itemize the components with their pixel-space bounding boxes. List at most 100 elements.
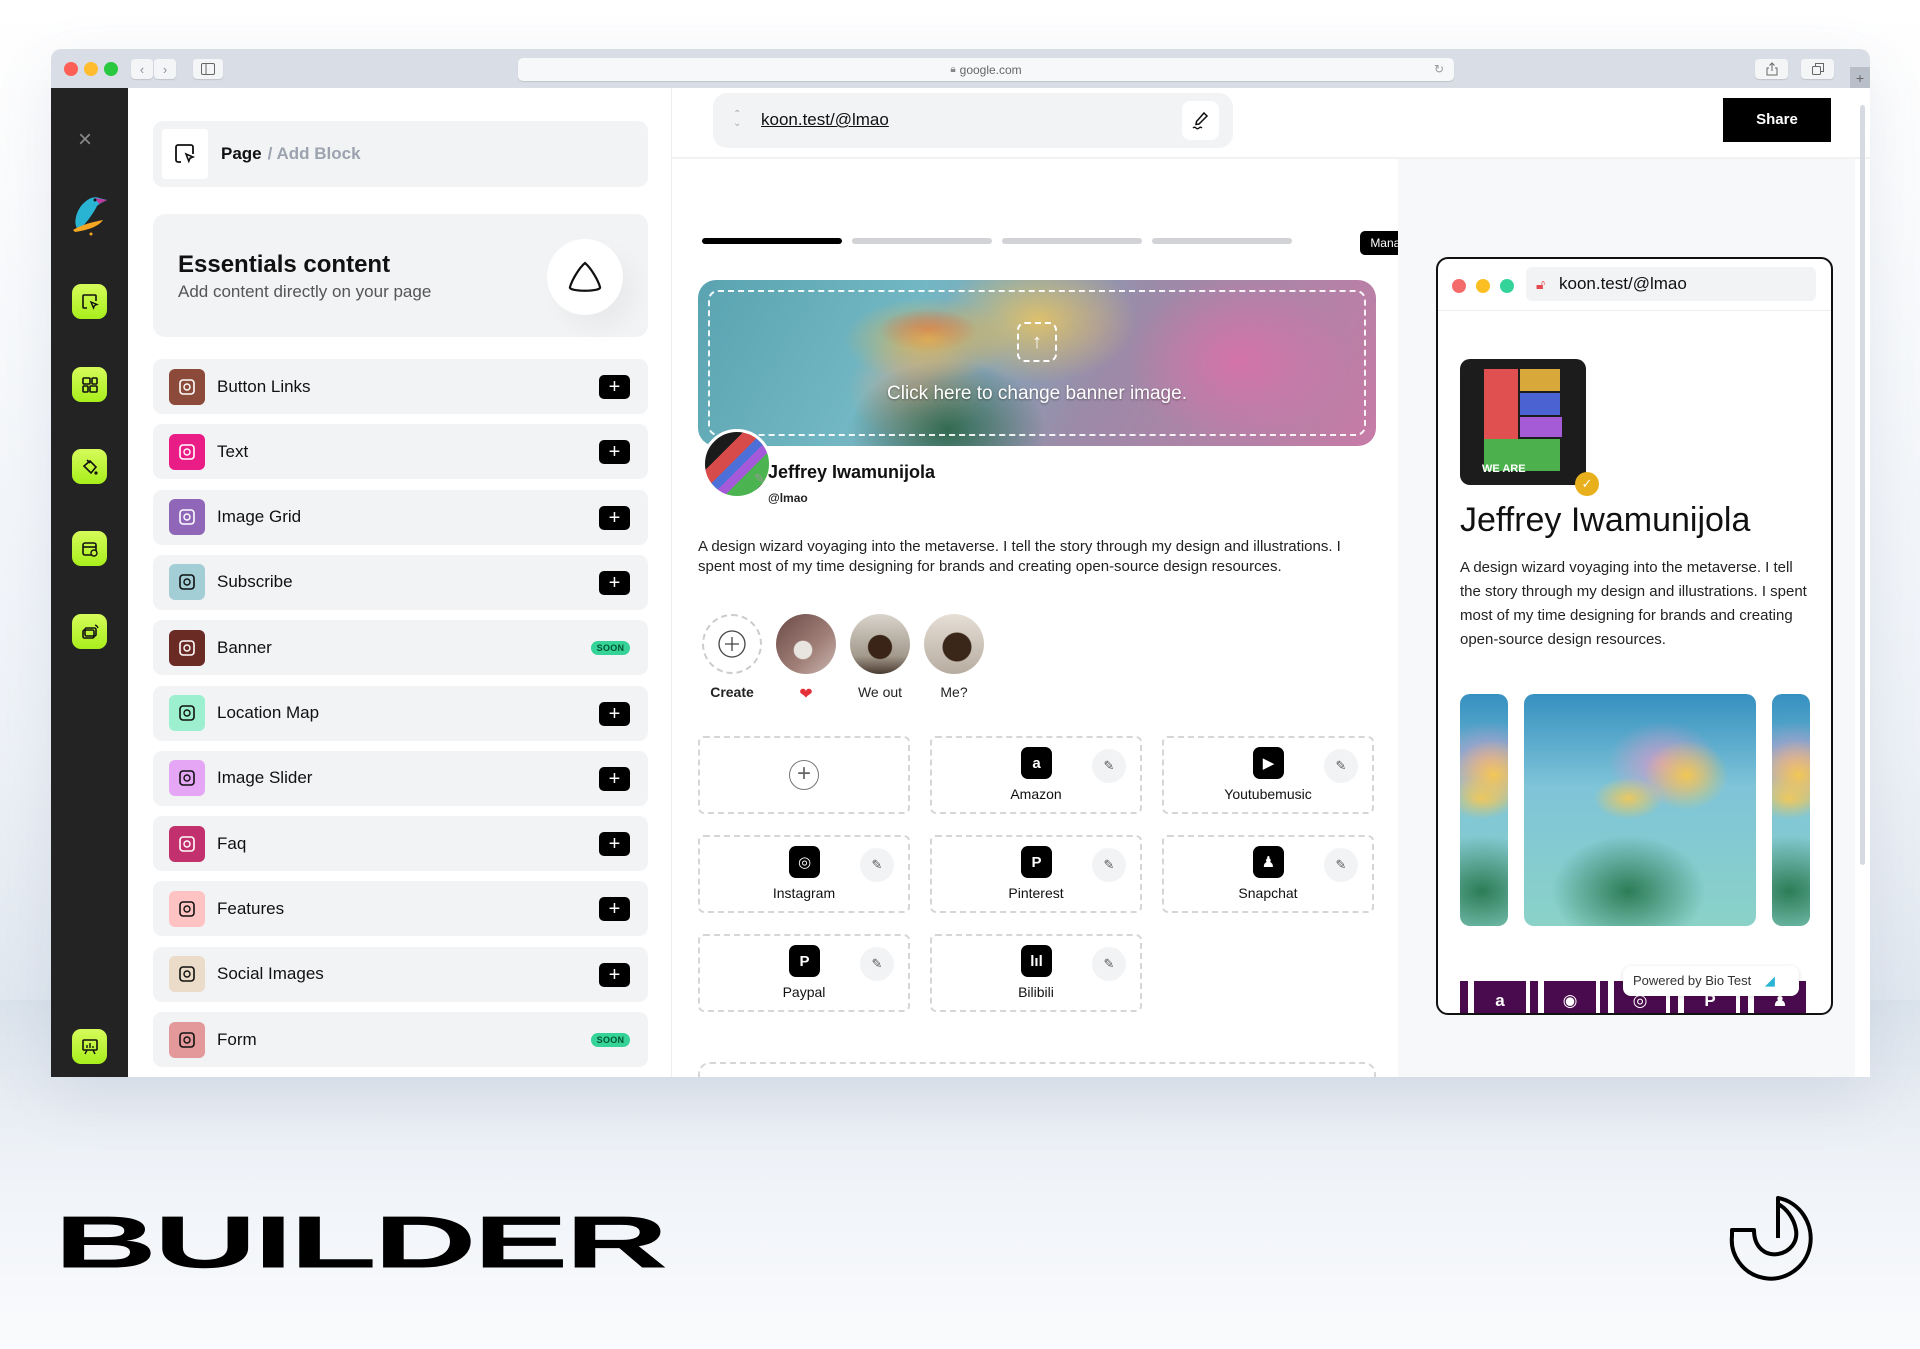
story-thumbnail — [776, 614, 836, 674]
add-block-button[interactable]: + — [599, 962, 630, 987]
create-story-button[interactable]: Create — [697, 614, 767, 700]
slider-image-current[interactable] — [1524, 694, 1756, 926]
unlock-icon: 🔓︎ — [1536, 276, 1546, 292]
page-url-link[interactable]: koon.test/@lmao — [761, 110, 889, 130]
preview-url: 🔓︎ koon.test/@lmao — [1526, 267, 1816, 301]
rail-cards-button[interactable] — [72, 614, 107, 649]
toucan-logo-icon — [73, 197, 107, 236]
add-block-button[interactable]: + — [599, 375, 630, 399]
story-label: ❤ — [799, 686, 813, 703]
text-edit-icon — [169, 433, 205, 470]
edit-pencil-icon[interactable]: ✎ — [1092, 749, 1126, 783]
edit-pencil-icon[interactable]: ✎ — [1092, 848, 1126, 882]
story-thumbnail — [924, 614, 984, 674]
add-social-link-button[interactable]: + — [698, 736, 910, 814]
add-block-button[interactable]: + — [599, 570, 630, 595]
banner-image-icon — [169, 629, 205, 666]
progress-step — [1152, 238, 1292, 244]
reload-icon[interactable]: ↻ — [1434, 62, 1444, 76]
add-block-button[interactable]: + — [599, 832, 630, 857]
slider-icon — [169, 760, 205, 797]
rail-monetize-button[interactable] — [72, 531, 107, 566]
block-item-image-slider[interactable]: Image Slider + — [153, 750, 648, 806]
edit-pencil-icon[interactable]: ✎ — [1092, 947, 1126, 981]
minimize-window-button[interactable] — [84, 62, 98, 76]
forward-button[interactable]: › — [154, 59, 176, 79]
banner-upload[interactable]: ↑ Click here to change banner image. — [698, 280, 1376, 446]
block-item-button-links[interactable]: Button Links + — [153, 359, 648, 414]
social-link-amazon[interactable]: a Amazon ✎ — [930, 736, 1142, 814]
block-item-social-images[interactable]: Social Images + — [153, 946, 648, 1002]
social-link-label: Pinterest — [1008, 885, 1064, 901]
story-item[interactable]: Me? — [919, 614, 989, 700]
preview-avatar: WE ARE — [1460, 359, 1586, 485]
add-block-button[interactable]: + — [599, 766, 630, 791]
social-link-bilibili[interactable]: lıl Bilibili ✎ — [930, 934, 1142, 1012]
add-block-button[interactable]: + — [599, 440, 630, 465]
social-link-pinterest[interactable]: P Pinterest ✎ — [930, 835, 1142, 913]
block-item-image-grid[interactable]: Image Grid + — [153, 489, 648, 545]
story-item[interactable]: ❤ — [771, 614, 841, 704]
edit-pencil-icon[interactable]: ✎ — [1324, 749, 1358, 783]
block-label: Features — [217, 898, 285, 918]
block-item-features[interactable]: Features + — [153, 881, 648, 937]
share-button[interactable]: Share — [1723, 98, 1831, 142]
edit-pencil-icon[interactable]: ✎ — [860, 848, 894, 882]
edit-pencil-icon[interactable]: ✎ — [860, 947, 894, 981]
slider-image-next[interactable] — [1772, 694, 1810, 926]
close-icon[interactable]: × — [78, 128, 92, 152]
address-bar[interactable]: 🔒︎ google.com ↻ — [518, 58, 1454, 81]
add-block-button[interactable]: + — [599, 701, 630, 726]
block-item-faq[interactable]: Faq + — [153, 816, 648, 872]
scrollbar[interactable] — [1860, 105, 1865, 865]
add-block-button[interactable]: + — [599, 897, 630, 922]
block-item-text[interactable]: Text + — [153, 424, 648, 480]
profile-name: Jeffrey Iwamunijola — [768, 462, 936, 482]
edit-pencil-icon[interactable]: ✎ — [1324, 848, 1358, 882]
social-images-icon — [169, 956, 205, 993]
edit-url-button[interactable] — [1182, 101, 1219, 140]
preview-social-button[interactable]: a — [1468, 981, 1526, 1013]
breadcrumb: Page / Add Block — [153, 121, 648, 187]
form-icon — [169, 1021, 205, 1058]
profile-avatar[interactable] — [702, 429, 772, 499]
chevron-updown-icon[interactable]: ⌃ ⌄ — [733, 110, 741, 129]
tabs-overview-button[interactable] — [1801, 59, 1834, 79]
rail-page-button[interactable] — [72, 284, 107, 319]
rail-layout-button[interactable] — [72, 367, 107, 402]
add-block-button[interactable]: + — [599, 505, 630, 530]
block-label: Social Images — [217, 964, 324, 984]
block-item-banner[interactable]: Banner SOON — [153, 620, 648, 676]
share-page-button[interactable] — [1755, 59, 1788, 79]
social-link-label: Snapchat — [1238, 885, 1298, 901]
manage-button[interactable]: Manage — [1360, 231, 1398, 255]
breadcrumb-page[interactable]: Page — [221, 144, 262, 164]
back-button[interactable]: ‹ — [131, 59, 153, 79]
story-item[interactable]: We out — [845, 614, 915, 700]
block-item-location-map[interactable]: Location Map + — [153, 685, 648, 741]
essentials-title: Essentials content — [178, 251, 391, 278]
pencil-icon[interactable]: ✎ — [754, 471, 765, 487]
block-item-subscribe[interactable]: Subscribe + — [153, 554, 648, 610]
plus-circle-icon: + — [789, 760, 819, 790]
rail-analytics-button[interactable] — [72, 1029, 107, 1064]
new-tab-button[interactable]: + — [1850, 67, 1870, 88]
maximize-window-button[interactable] — [104, 62, 118, 76]
social-link-youtubemusic[interactable]: ▶ Youtubemusic ✎ — [1162, 736, 1374, 814]
social-link-paypal[interactable]: P Paypal ✎ — [698, 934, 910, 1012]
rail-theme-button[interactable] — [72, 449, 107, 484]
powered-by-badge[interactable]: Powered by Bio Test ◢ — [1623, 966, 1799, 996]
page-url-field[interactable]: ⌃ ⌄ koon.test/@lmao — [713, 93, 1233, 148]
social-link-instagram[interactable]: ◎ Instagram ✎ — [698, 835, 910, 913]
preview-social-button[interactable]: ◉ — [1538, 981, 1596, 1013]
map-pin-icon — [169, 695, 205, 731]
breadcrumb-add-block: / Add Block — [267, 144, 361, 163]
close-window-button[interactable] — [64, 62, 78, 76]
sidebar-toggle-button[interactable] — [193, 59, 223, 79]
social-link-snapchat[interactable]: ♟ Snapchat ✎ — [1162, 835, 1374, 913]
story-label: We out — [857, 684, 903, 700]
slider-image-prev[interactable] — [1460, 694, 1508, 926]
avatar-caption: WE ARE — [1482, 463, 1526, 475]
signature-pen-icon — [1192, 111, 1208, 129]
block-item-form[interactable]: Form SOON — [153, 1012, 648, 1067]
